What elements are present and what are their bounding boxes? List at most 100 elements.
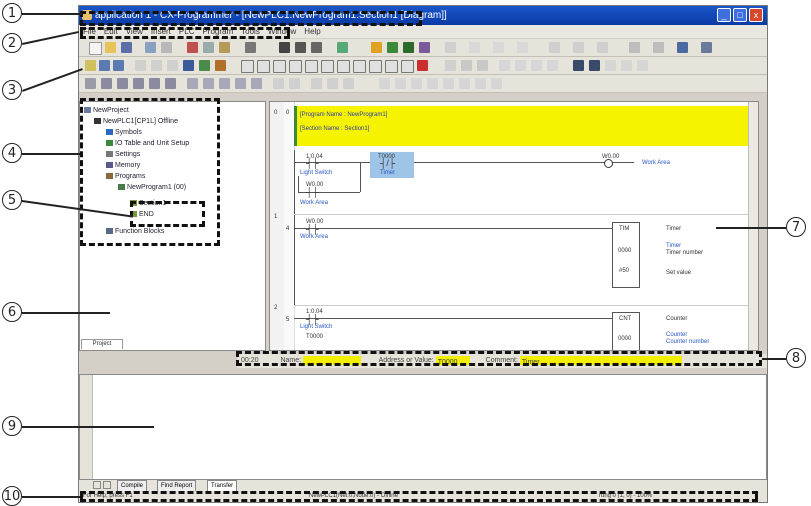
contact-symbol[interactable]: ┤├: [306, 314, 319, 324]
options-icon[interactable]: [701, 42, 712, 53]
mnemonic-view-icon[interactable]: [203, 78, 214, 89]
close-button[interactable]: x: [749, 8, 763, 22]
split-view-icon[interactable]: [273, 78, 284, 89]
open-icon[interactable]: [105, 42, 116, 53]
force-cancel-icon[interactable]: [605, 60, 616, 71]
new-closed-coil-icon[interactable]: [353, 60, 366, 73]
select-icon[interactable]: [85, 60, 96, 71]
address-view-icon[interactable]: [133, 78, 144, 89]
bookmark-icon[interactable]: [289, 78, 300, 89]
properties-view-icon[interactable]: [149, 78, 160, 89]
contact-symbol[interactable]: ┤├: [306, 224, 319, 234]
save-icon[interactable]: [121, 42, 132, 53]
sim-pause-icon[interactable]: [411, 78, 422, 89]
contact-symbol[interactable]: ┤├: [306, 158, 319, 168]
cut-icon[interactable]: [187, 42, 198, 53]
help-icon[interactable]: [337, 42, 348, 53]
zoom-out-icon[interactable]: [113, 60, 124, 71]
new-instruction-icon[interactable]: [369, 60, 382, 73]
new-coil-icon[interactable]: [337, 60, 350, 73]
vertical-scrollbar[interactable]: [748, 102, 758, 350]
new-or-closed-contact-icon[interactable]: [289, 60, 302, 73]
online-edit-icon[interactable]: [445, 60, 456, 71]
tab-scroll-left-icon[interactable]: [93, 481, 101, 489]
step-in-icon[interactable]: [515, 60, 526, 71]
online-icon[interactable]: [371, 42, 382, 53]
find-icon[interactable]: [279, 42, 290, 53]
continuous-step-icon[interactable]: [547, 60, 558, 71]
undo-icon[interactable]: [245, 42, 256, 53]
stop-icon[interactable]: [493, 42, 504, 53]
zoom-in-icon[interactable]: [99, 60, 110, 71]
paste-icon[interactable]: [219, 42, 230, 53]
cancel-edit-icon[interactable]: [477, 60, 488, 71]
new-nt-icon[interactable]: [401, 60, 414, 73]
symbol-icon[interactable]: [215, 60, 226, 71]
transfer-icon[interactable]: [419, 42, 430, 53]
debug-icon[interactable]: [517, 42, 528, 53]
upload-icon[interactable]: [573, 42, 584, 53]
output-view-icon[interactable]: [101, 78, 112, 89]
tab-scroll-right-icon[interactable]: [103, 481, 111, 489]
replace-icon[interactable]: [295, 42, 306, 53]
set-icon[interactable]: [621, 60, 632, 71]
sim-run-icon[interactable]: [395, 78, 406, 89]
rung-comment-icon[interactable]: [167, 60, 178, 71]
sim-scan-icon[interactable]: [475, 78, 486, 89]
maximize-button[interactable]: □: [733, 8, 747, 22]
watch-icon[interactable]: [403, 42, 414, 53]
force-on-icon[interactable]: [573, 60, 584, 71]
line-connect-icon[interactable]: [417, 60, 428, 71]
goto-icon[interactable]: [311, 78, 322, 89]
new-icon[interactable]: [89, 42, 102, 55]
new-contact-icon[interactable]: [241, 60, 254, 73]
contact-operand: T0000: [306, 334, 324, 340]
print-preview-icon[interactable]: [161, 42, 172, 53]
tab-project[interactable]: Project: [81, 339, 123, 349]
cross-reference-icon[interactable]: [311, 42, 322, 53]
print-icon[interactable]: [145, 42, 156, 53]
copy-icon[interactable]: [203, 42, 214, 53]
cross-ref-view-icon[interactable]: [165, 78, 176, 89]
sim-break-icon[interactable]: [459, 78, 470, 89]
menu-help[interactable]: Help: [300, 25, 324, 38]
compare-icon[interactable]: [549, 42, 560, 53]
new-closed-contact-icon[interactable]: [257, 60, 270, 73]
settings-icon[interactable]: [629, 42, 640, 53]
step-out-icon[interactable]: [531, 60, 542, 71]
sfc-view-icon[interactable]: [235, 78, 246, 89]
sim-start-icon[interactable]: [379, 78, 390, 89]
minimize-button[interactable]: _: [717, 8, 731, 22]
new-vertical-icon[interactable]: [305, 60, 318, 73]
memory-view-icon[interactable]: [251, 78, 262, 89]
grid-icon[interactable]: [135, 60, 146, 71]
force-off-icon[interactable]: [589, 60, 600, 71]
new-horizontal-icon[interactable]: [321, 60, 334, 73]
sim-stop-icon[interactable]: [427, 78, 438, 89]
comment-icon[interactable]: [151, 60, 162, 71]
sim-end-icon[interactable]: [491, 78, 502, 89]
contact-symbol[interactable]: ┤├: [306, 187, 319, 197]
reset-icon[interactable]: [637, 60, 648, 71]
monitor-icon[interactable]: [387, 42, 398, 53]
coil-symbol[interactable]: [604, 159, 613, 168]
st-view-icon[interactable]: [219, 78, 230, 89]
table-icon[interactable]: [183, 60, 194, 71]
tools-icon[interactable]: [677, 42, 688, 53]
project-view-icon[interactable]: [85, 78, 96, 89]
program-icon[interactable]: [199, 60, 210, 71]
step-icon[interactable]: [499, 60, 510, 71]
ladder-view-icon[interactable]: [187, 78, 198, 89]
download-icon[interactable]: [597, 42, 608, 53]
mode-icon[interactable]: [445, 42, 456, 53]
send-changes-icon[interactable]: [461, 60, 472, 71]
new-pt-icon[interactable]: [385, 60, 398, 73]
window-icon[interactable]: [653, 42, 664, 53]
contact-symbol[interactable]: ┤/├: [380, 158, 395, 168]
watch-view-icon[interactable]: [117, 78, 128, 89]
run-icon[interactable]: [469, 42, 480, 53]
new-or-contact-icon[interactable]: [273, 60, 286, 73]
previous-icon[interactable]: [343, 78, 354, 89]
next-icon[interactable]: [327, 78, 338, 89]
sim-step-icon[interactable]: [443, 78, 454, 89]
